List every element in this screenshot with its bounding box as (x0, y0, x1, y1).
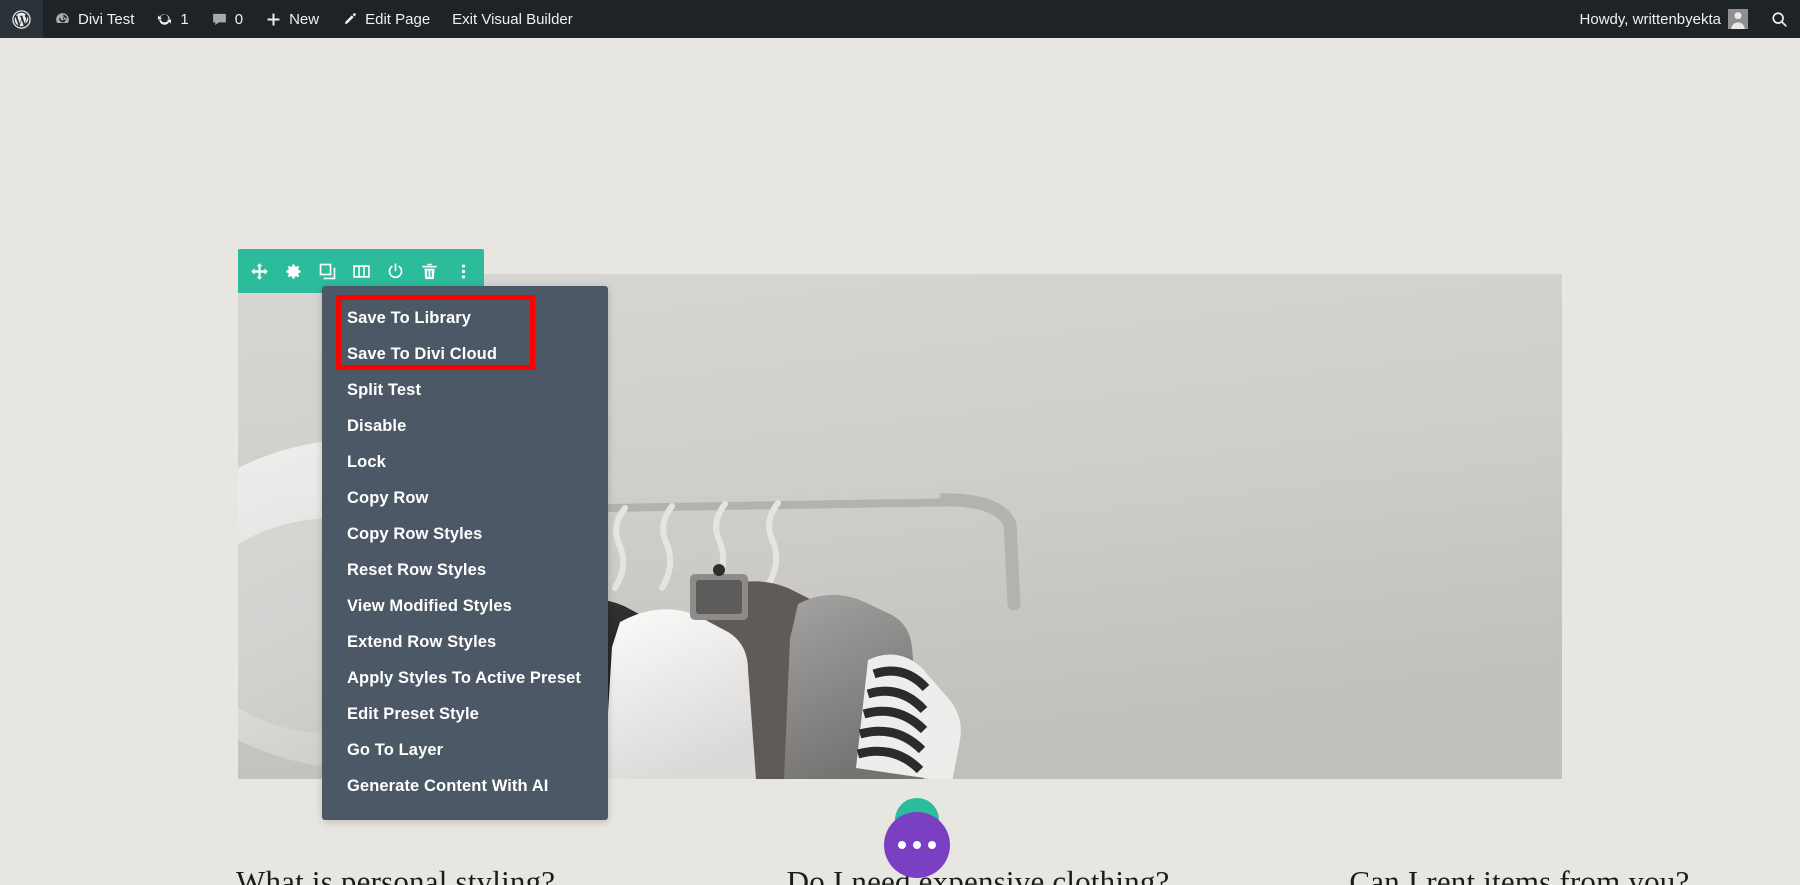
menu-item-go-to-layer[interactable]: Go To Layer (322, 732, 608, 768)
trash-icon (420, 262, 439, 281)
updates-button[interactable]: 1 (145, 0, 199, 38)
divi-menu-fab[interactable] (884, 806, 950, 872)
fab-dot-3 (928, 841, 936, 849)
exit-visual-builder-button[interactable]: Exit Visual Builder (441, 0, 584, 38)
menu-item-save-to-divi-cloud[interactable]: Save To Divi Cloud (322, 336, 608, 372)
menu-item-generate-content-with-ai[interactable]: Generate Content With AI (322, 768, 608, 804)
edit-page-button[interactable]: Edit Page (330, 0, 441, 38)
faq-column-1: What is personal styling? (0, 833, 687, 885)
menu-item-copy-row-styles[interactable]: Copy Row Styles (322, 516, 608, 552)
fab-dot-2 (913, 841, 921, 849)
wp-logo-button[interactable] (0, 0, 43, 38)
comments-button[interactable]: 0 (200, 0, 254, 38)
updates-icon (156, 11, 173, 28)
my-account-menu[interactable]: Howdy, writtenbyekta (1569, 0, 1759, 38)
move-row-button[interactable] (242, 249, 276, 293)
menu-item-edit-preset-style[interactable]: Edit Preset Style (322, 696, 608, 732)
updates-count: 1 (180, 12, 188, 27)
howdy-greeting: Howdy, writtenbyekta (1580, 12, 1721, 27)
menu-item-split-test[interactable]: Split Test (322, 372, 608, 408)
comments-count: 0 (235, 12, 243, 27)
menu-item-apply-styles-to-active-preset[interactable]: Apply Styles To Active Preset (322, 660, 608, 696)
columns-icon (352, 262, 371, 281)
menu-item-reset-row-styles[interactable]: Reset Row Styles (322, 552, 608, 588)
faq-heading-3: Can I rent items from you? (1349, 864, 1689, 885)
exit-visual-builder-label: Exit Visual Builder (452, 12, 573, 27)
vertical-dots-icon (454, 262, 473, 281)
avatar (1728, 9, 1748, 29)
fab-dots-button[interactable] (884, 812, 950, 878)
faq-heading-1: What is personal styling? (236, 864, 555, 885)
menu-item-lock[interactable]: Lock (322, 444, 608, 480)
row-context-menu: Save To Library Save To Divi Cloud Split… (322, 286, 608, 820)
dashboard-icon (54, 11, 71, 28)
move-arrows-icon (250, 262, 269, 281)
toolbar-caret (464, 290, 482, 299)
comment-bubble-icon (211, 11, 228, 28)
row-settings-button[interactable] (276, 249, 310, 293)
power-icon (386, 262, 405, 281)
site-name-menu[interactable]: Divi Test (43, 0, 145, 38)
menu-item-disable[interactable]: Disable (322, 408, 608, 444)
site-name-label: Divi Test (78, 12, 134, 27)
fab-dot-1 (898, 841, 906, 849)
visual-builder-canvas: What is personal styling? Do I need expe… (0, 38, 1800, 885)
new-content-button[interactable]: New (254, 0, 330, 38)
menu-item-save-to-library[interactable]: Save To Library (322, 300, 608, 336)
wordpress-logo-icon (11, 9, 32, 30)
faq-column-2: Do I need expensive clothing? (687, 833, 1238, 885)
duplicate-icon (318, 262, 337, 281)
search-icon (1770, 10, 1789, 29)
admin-bar-spacer (584, 0, 1569, 38)
faq-column-3: Can I rent items from you? (1237, 833, 1800, 885)
plus-icon (265, 11, 282, 28)
menu-item-view-modified-styles[interactable]: View Modified Styles (322, 588, 608, 624)
faq-heading-2: Do I need expensive clothing? (787, 864, 1170, 885)
admin-bar-search-button[interactable] (1759, 0, 1800, 38)
gear-icon (284, 262, 303, 281)
new-content-label: New (289, 12, 319, 27)
wp-admin-bar: Divi Test 1 0 New Edit P (0, 0, 1800, 38)
edit-page-label: Edit Page (365, 12, 430, 27)
menu-item-extend-row-styles[interactable]: Extend Row Styles (322, 624, 608, 660)
pencil-icon (341, 11, 358, 28)
menu-item-copy-row[interactable]: Copy Row (322, 480, 608, 516)
